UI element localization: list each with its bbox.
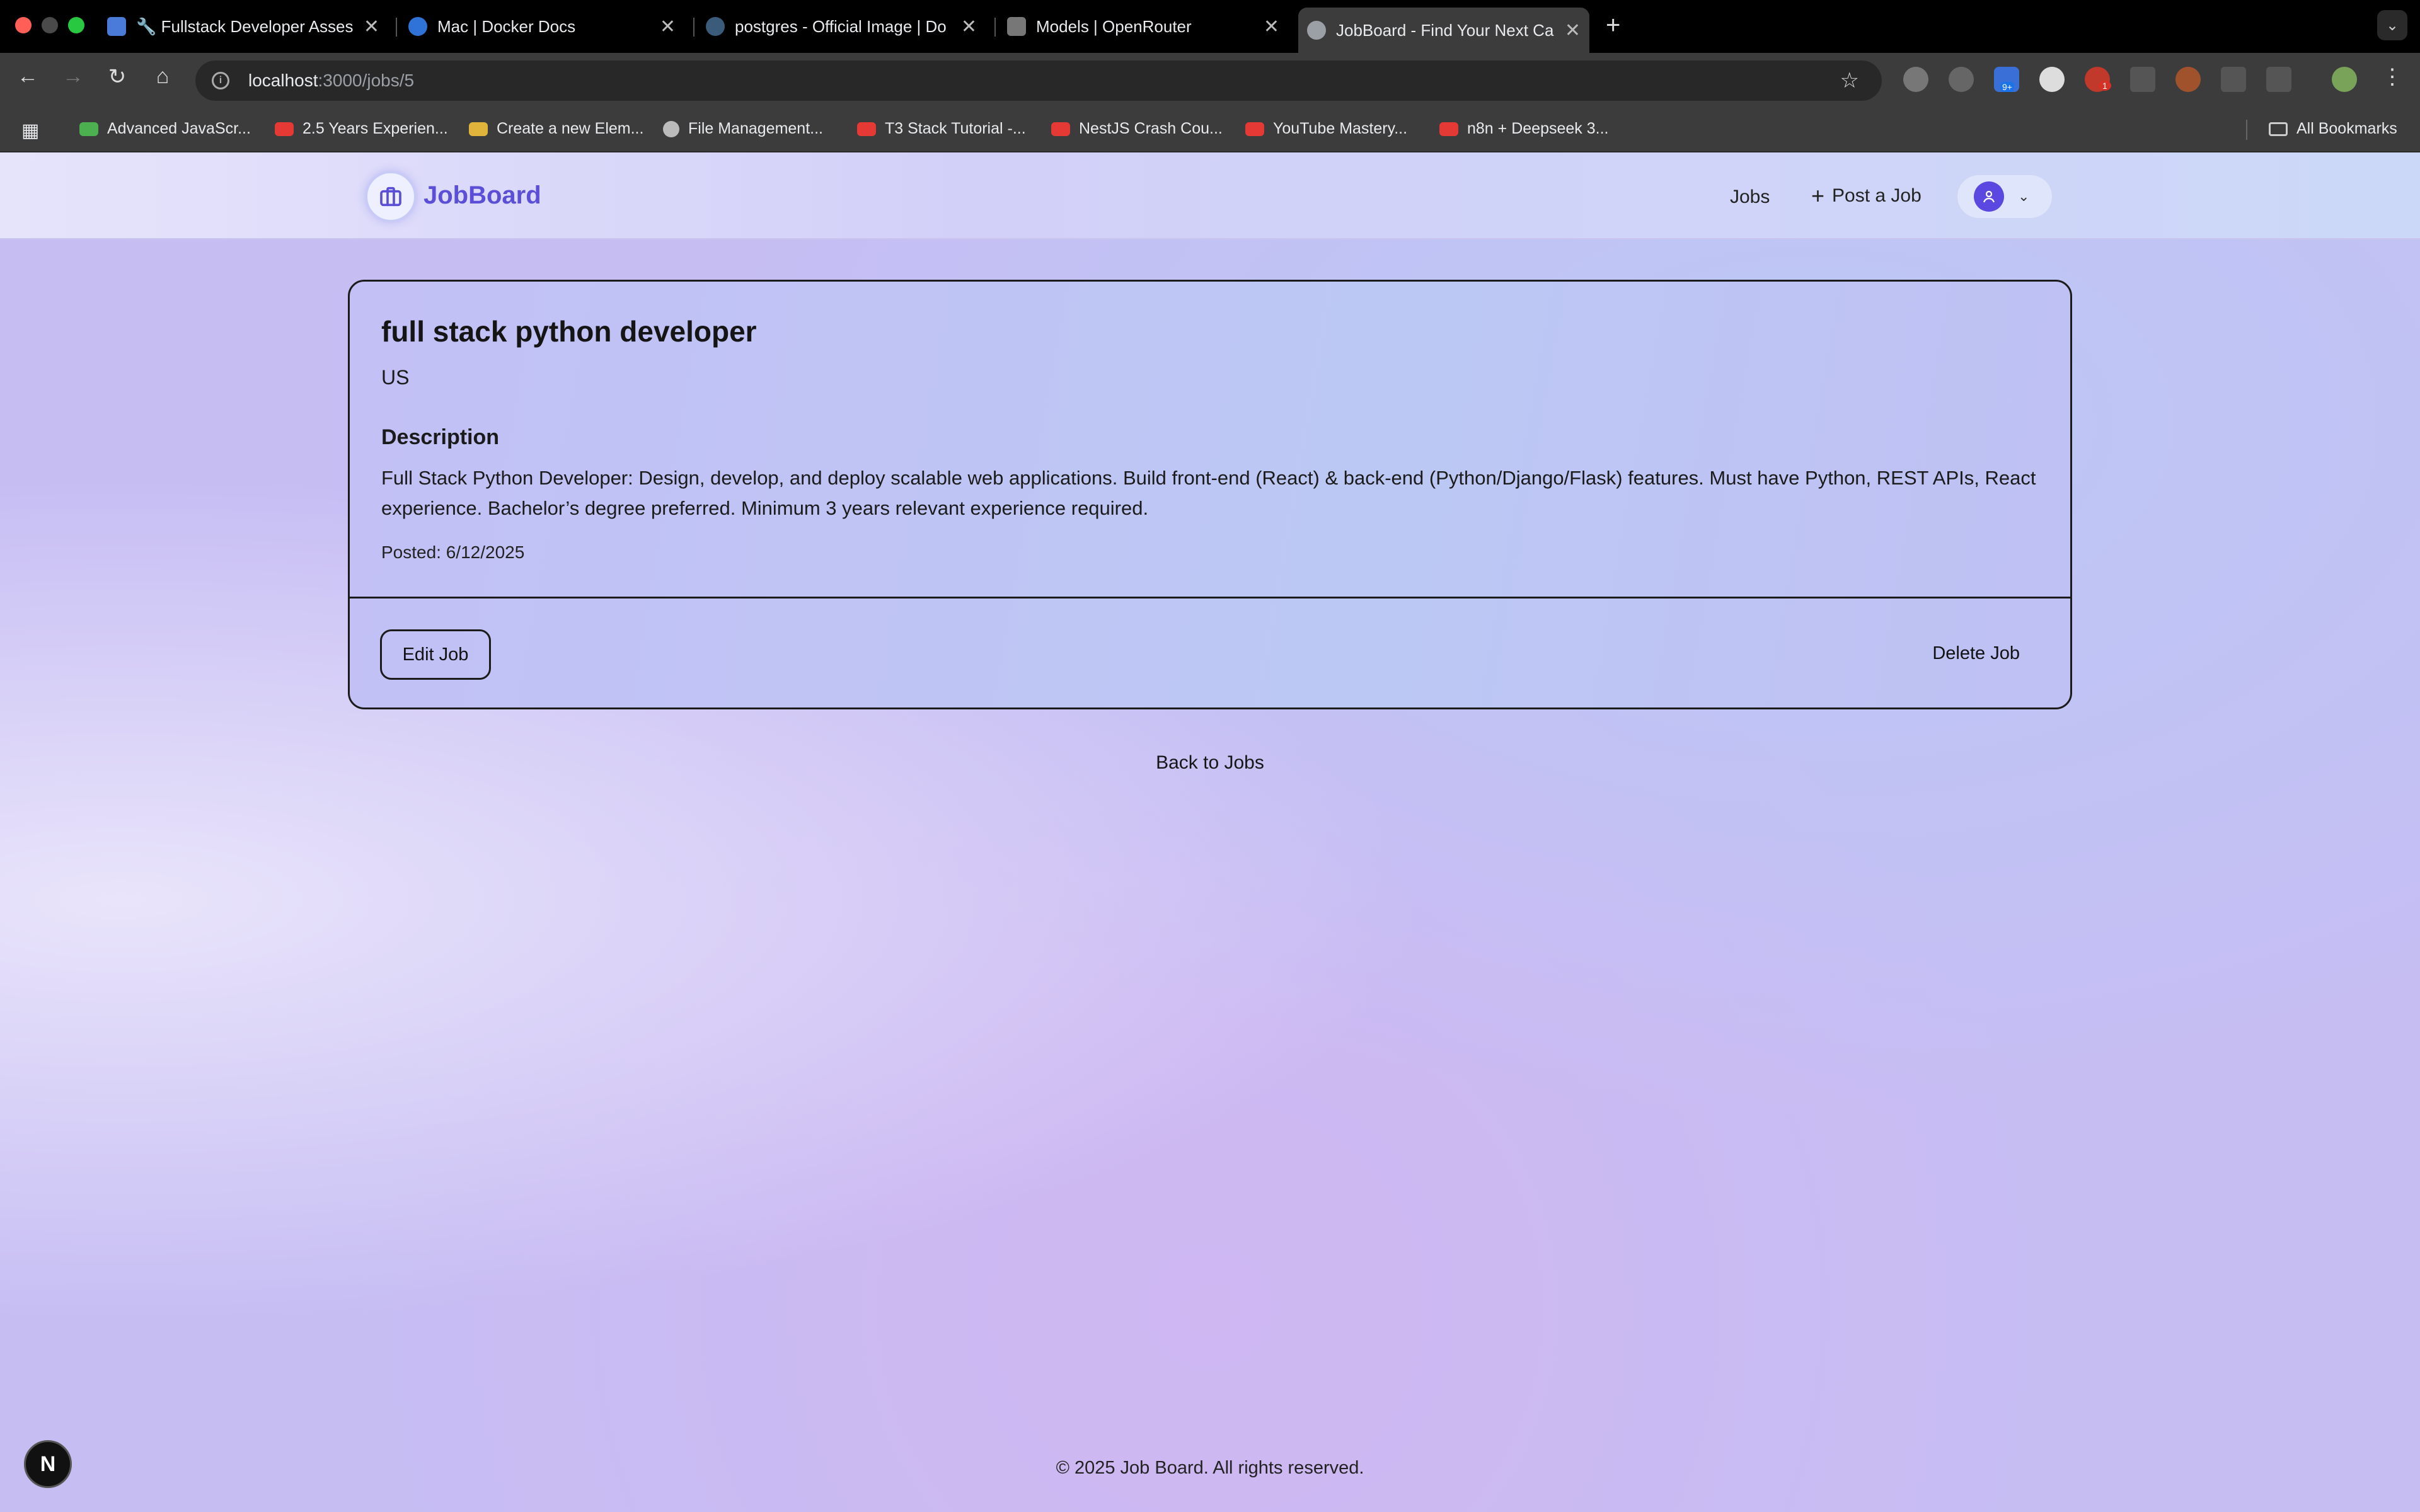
app-icon — [469, 122, 488, 136]
youtube-icon — [1051, 122, 1070, 136]
all-bookmarks-folder[interactable]: All Bookmarks — [2269, 120, 2397, 138]
chevron-down-icon[interactable]: ⌄ — [2377, 10, 2407, 40]
extension-badge: 9+ — [2000, 82, 2014, 92]
browser-tab-active[interactable]: JobBoard - Find Your Next Ca ✕ — [1298, 8, 1589, 53]
more-menu-icon[interactable]: ⋮ — [2377, 64, 2407, 89]
job-detail-card: full stack python developer US Descripti… — [348, 280, 2072, 709]
bookmark-item[interactable]: 2.5 Years Experien... — [275, 120, 448, 138]
bookmark-item[interactable]: Create a new Elem... — [469, 120, 643, 138]
reload-icon[interactable]: ↻ — [102, 64, 132, 89]
close-window-button[interactable] — [15, 17, 32, 33]
plus-icon: + — [1811, 183, 1825, 209]
edit-job-button[interactable]: Edit Job — [380, 629, 491, 680]
posted-date: Posted: 6/12/2025 — [381, 542, 525, 562]
tab-title: 🔧 Fullstack Developer Asses — [136, 16, 354, 36]
close-tab-icon[interactable]: ✕ — [364, 16, 379, 38]
docker-icon — [706, 17, 725, 36]
address-bar[interactable]: i localhost:3000/jobs/5 ☆ — [195, 60, 1882, 101]
back-to-jobs-link: Back to Jobs — [0, 752, 2420, 774]
bookmark-item[interactable]: NestJS Crash Cou... — [1051, 120, 1223, 138]
brand-name[interactable]: JobBoard — [424, 181, 541, 210]
home-icon[interactable]: ⌂ — [147, 64, 178, 89]
site-header: JobBoard Jobs + Post a Job ⌄ — [0, 152, 2420, 239]
apps-grid-icon[interactable]: ▦ — [21, 120, 39, 142]
extension-icon[interactable] — [2175, 67, 2201, 92]
docs-icon — [107, 17, 126, 36]
job-description: Full Stack Python Developer: Design, dev… — [381, 467, 2036, 519]
folder-icon — [2269, 122, 2288, 136]
delete-job-button[interactable]: Delete Job — [1932, 643, 2020, 664]
footer-copyright: © 2025 Job Board. All rights reserved. — [1056, 1458, 1364, 1478]
tab-title: Mac | Docker Docs — [437, 16, 576, 36]
browser-tab-strip: 🔧 Fullstack Developer Asses ✕ Mac | Dock… — [0, 0, 2420, 53]
job-location: US — [381, 366, 410, 389]
extension-icon[interactable]: 9+ — [1994, 67, 2019, 92]
browser-tab[interactable]: postgres - Official Image | Do ✕ — [697, 8, 986, 45]
puzzle-icon[interactable] — [2266, 67, 2291, 92]
nav-post-job-label: Post a Job — [1832, 185, 1922, 206]
back-to-jobs-label[interactable]: Back to Jobs — [1156, 752, 1264, 773]
new-tab-icon[interactable]: + — [1606, 11, 1620, 40]
dev-tools-badge[interactable]: N — [24, 1440, 72, 1488]
back-icon[interactable]: ← — [13, 64, 43, 89]
tab-title: JobBoard - Find Your Next Ca — [1336, 20, 1554, 40]
edit-icon[interactable] — [2130, 67, 2155, 92]
pen-icon[interactable] — [2221, 67, 2246, 92]
forward-icon[interactable]: → — [58, 64, 88, 89]
bookmark-item[interactable]: n8n + Deepseek 3... — [1439, 120, 1608, 138]
youtube-icon — [1245, 122, 1264, 136]
url-text[interactable]: localhost:3000/jobs/5 — [248, 71, 414, 91]
extension-icon[interactable] — [1903, 67, 1928, 92]
job-title: full stack python developer — [381, 315, 757, 348]
close-tab-icon[interactable]: ✕ — [961, 16, 977, 38]
browser-tab[interactable]: 🔧 Fullstack Developer Asses ✕ — [98, 8, 388, 45]
close-tab-icon[interactable]: ✕ — [660, 16, 676, 38]
profile-avatar[interactable] — [2332, 67, 2357, 92]
youtube-icon — [1439, 122, 1458, 136]
docker-icon — [408, 17, 427, 36]
youtube-icon — [857, 122, 876, 136]
bookmark-item[interactable]: T3 Stack Tutorial -... — [857, 120, 1026, 138]
minimize-window-button[interactable] — [42, 17, 58, 33]
extension-icon[interactable]: 1 — [2085, 67, 2111, 92]
nav-jobs-link[interactable]: Jobs — [1730, 186, 1770, 208]
nav-post-job-link[interactable]: + Post a Job — [1811, 185, 1922, 207]
tab-title: Models | OpenRouter — [1036, 16, 1192, 36]
browser-tab[interactable]: Mac | Docker Docs ✕ — [400, 8, 684, 45]
site-info-icon[interactable]: i — [212, 72, 229, 89]
bookmark-item[interactable]: YouTube Mastery... — [1245, 120, 1407, 138]
extension-icon[interactable] — [2039, 67, 2065, 92]
close-tab-icon[interactable]: ✕ — [1264, 16, 1279, 38]
user-avatar-icon — [1974, 181, 2004, 212]
bookmark-item[interactable]: Advanced JavaScr... — [79, 120, 251, 138]
tab-title: postgres - Official Image | Do — [735, 16, 947, 36]
briefcase-icon[interactable] — [366, 171, 416, 222]
browser-tab[interactable]: Models | OpenRouter ✕ — [998, 8, 1288, 45]
bookmark-star-icon[interactable]: ☆ — [1840, 68, 1859, 93]
chevron-down-icon: ⌄ — [2018, 188, 2030, 204]
card-divider — [350, 597, 2070, 598]
bookmark-item[interactable]: File Management... — [663, 120, 823, 138]
globe-icon — [1307, 21, 1326, 40]
maximize-window-button[interactable] — [68, 17, 84, 33]
openrouter-icon — [1007, 17, 1026, 36]
youtube-icon — [275, 122, 294, 136]
description-heading: Description — [381, 425, 500, 449]
shield-icon[interactable] — [1949, 67, 1974, 92]
globe-icon — [663, 120, 679, 137]
extension-badge: 1 — [2099, 81, 2111, 91]
page-viewport: JobBoard Jobs + Post a Job ⌄ full stack … — [0, 152, 2420, 1512]
close-tab-icon[interactable]: ✕ — [1565, 20, 1581, 42]
layers-icon — [79, 122, 98, 136]
user-menu-button[interactable]: ⌄ — [1957, 175, 2052, 218]
